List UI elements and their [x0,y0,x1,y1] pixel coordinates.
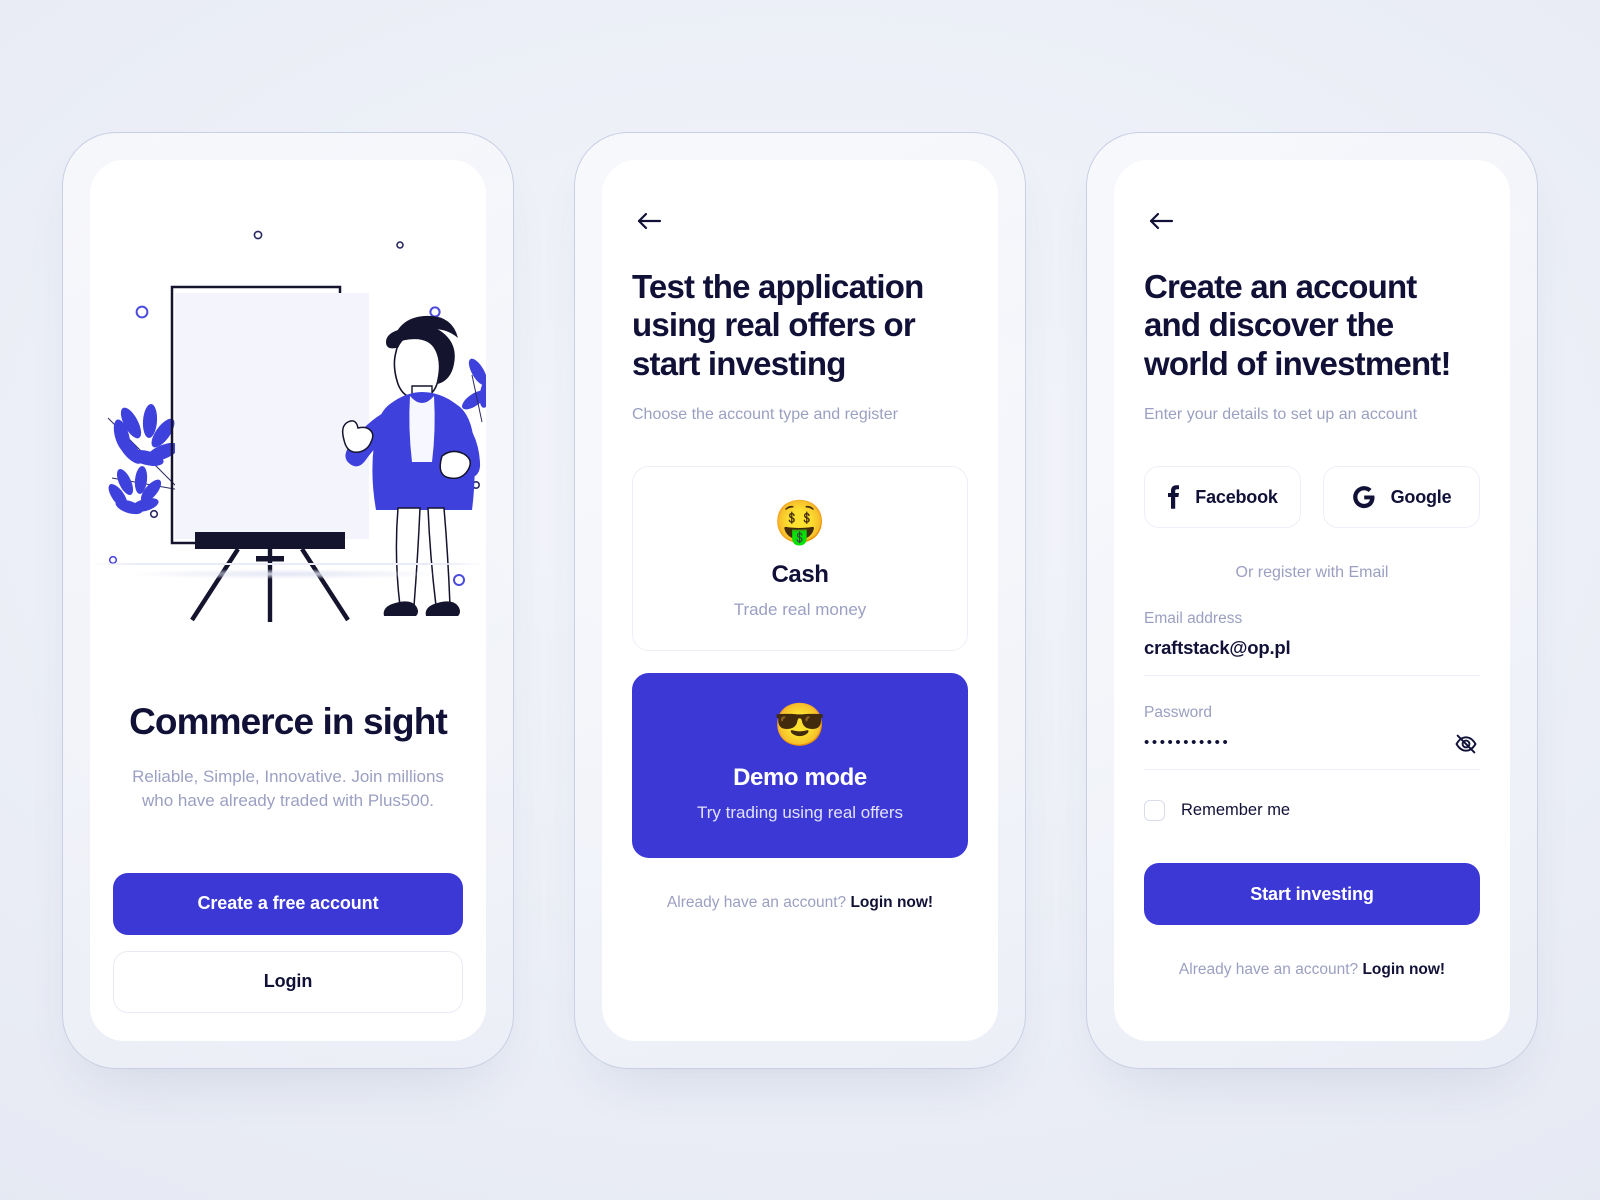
register-content: Create an account and discover the world… [1114,160,1510,980]
remember-me-label: Remember me [1181,801,1291,820]
account-type-content: Test the application using real offers o… [602,160,998,913]
login-button[interactable]: Login [113,950,463,1013]
start-investing-button[interactable]: Start investing [1144,863,1480,926]
login-now-link[interactable]: Login now! [850,894,933,911]
decor-dot [453,573,465,586]
login-footnote: Already have an account? Login now! [632,894,968,912]
smiling-face-with-sunglasses-emoji: 😎 [773,701,827,749]
decor-dot [429,305,441,318]
decor-dot [149,509,159,518]
onboarding-actions: Create a free account Login [113,872,463,1013]
login-footnote-text: Already have an account? [666,894,847,912]
page-subtitle: Reliable, Simple, Innovative. Join milli… [132,766,444,811]
phone-frame-account-type: Test the application using real offers o… [574,131,1026,1069]
account-option-description: Trade real money [733,600,867,620]
facebook-icon [1168,485,1180,510]
leaf-decoration [462,358,486,409]
board-face [175,292,369,539]
password-field[interactable]: Password ••••••••••• [1144,704,1480,771]
email-field-label: Email address [1144,610,1243,628]
easel-leg [190,547,240,621]
account-option-title: Cash [771,561,829,589]
easel-crossbar [256,555,284,561]
screen-onboarding: Commerce in sight Reliable, Simple, Inno… [90,159,486,1041]
google-login-button[interactable]: Google [1323,466,1480,529]
eye-off-icon [1455,734,1477,754]
password-field-label: Password [1144,704,1213,722]
illustration-svg [107,230,486,622]
remember-me-checkbox[interactable] [1144,800,1165,822]
create-free-account-button[interactable]: Create a free account [113,872,463,935]
back-button[interactable] [1144,204,1178,238]
presenter-whiteboard-illustration [90,159,486,625]
phone-frame-onboarding: Commerce in sight Reliable, Simple, Inno… [62,131,514,1069]
screens-stage: Commerce in sight Reliable, Simple, Inno… [0,0,1600,1200]
easel-tray [195,531,345,549]
phone-frame-register: Create an account and discover the world… [1086,131,1538,1069]
screen-register: Create an account and discover the world… [1114,159,1510,1041]
account-option-demo-mode[interactable]: 😎 Demo mode Try trading using real offer… [632,673,968,859]
facebook-login-button[interactable]: Facebook [1144,466,1301,529]
decor-dot [135,305,149,318]
login-now-link[interactable]: Login now! [1362,961,1445,978]
account-option-cash[interactable]: 🤑 Cash Trade real money [632,466,968,652]
login-footnote: Already have an account? Login now! [1144,961,1480,979]
flower-petals [108,403,179,514]
ground-line [90,562,486,565]
page-subtitle: Enter your details to set up an account [1144,406,1418,424]
account-option-description: Try trading using real offers [697,803,903,823]
email-field[interactable]: Email address [1144,610,1480,677]
account-option-title: Demo mode [733,764,867,792]
ground-shadow [129,568,447,579]
google-icon [1352,486,1375,509]
money-mouth-face-emoji: 🤑 [773,498,827,546]
remember-me-row[interactable]: Remember me [1144,800,1480,822]
page-title: Test the application using real offers o… [632,267,924,383]
facebook-login-label: Facebook [1195,486,1278,507]
google-login-label: Google [1390,486,1452,507]
social-login-row: Facebook Google [1144,466,1480,529]
decor-dot [253,230,263,239]
account-type-options: 🤑 Cash Trade real money 😎 Demo mode Try … [632,466,968,859]
password-masked-value: ••••••••••• [1144,734,1231,752]
easel-leg [300,547,350,621]
onboarding-copy: Commerce in sight Reliable, Simple, Inno… [90,701,486,814]
email-input[interactable] [1144,637,1420,660]
login-footnote-text: Already have an account? [1178,961,1359,979]
decor-dot [396,240,404,249]
register-cta: Start investing [1144,863,1480,926]
arrow-left-icon [637,212,662,229]
page-subtitle: Choose the account type and register [632,406,898,424]
email-divider-text: Or register with Email [1235,564,1389,582]
arrow-left-icon [1149,212,1174,229]
page-title: Create an account and discover the world… [1144,267,1451,383]
back-button[interactable] [632,204,666,238]
password-visibility-toggle[interactable] [1452,731,1480,759]
screen-account-type: Test the application using real offers o… [602,159,998,1041]
page-title: Commerce in sight [129,700,448,742]
